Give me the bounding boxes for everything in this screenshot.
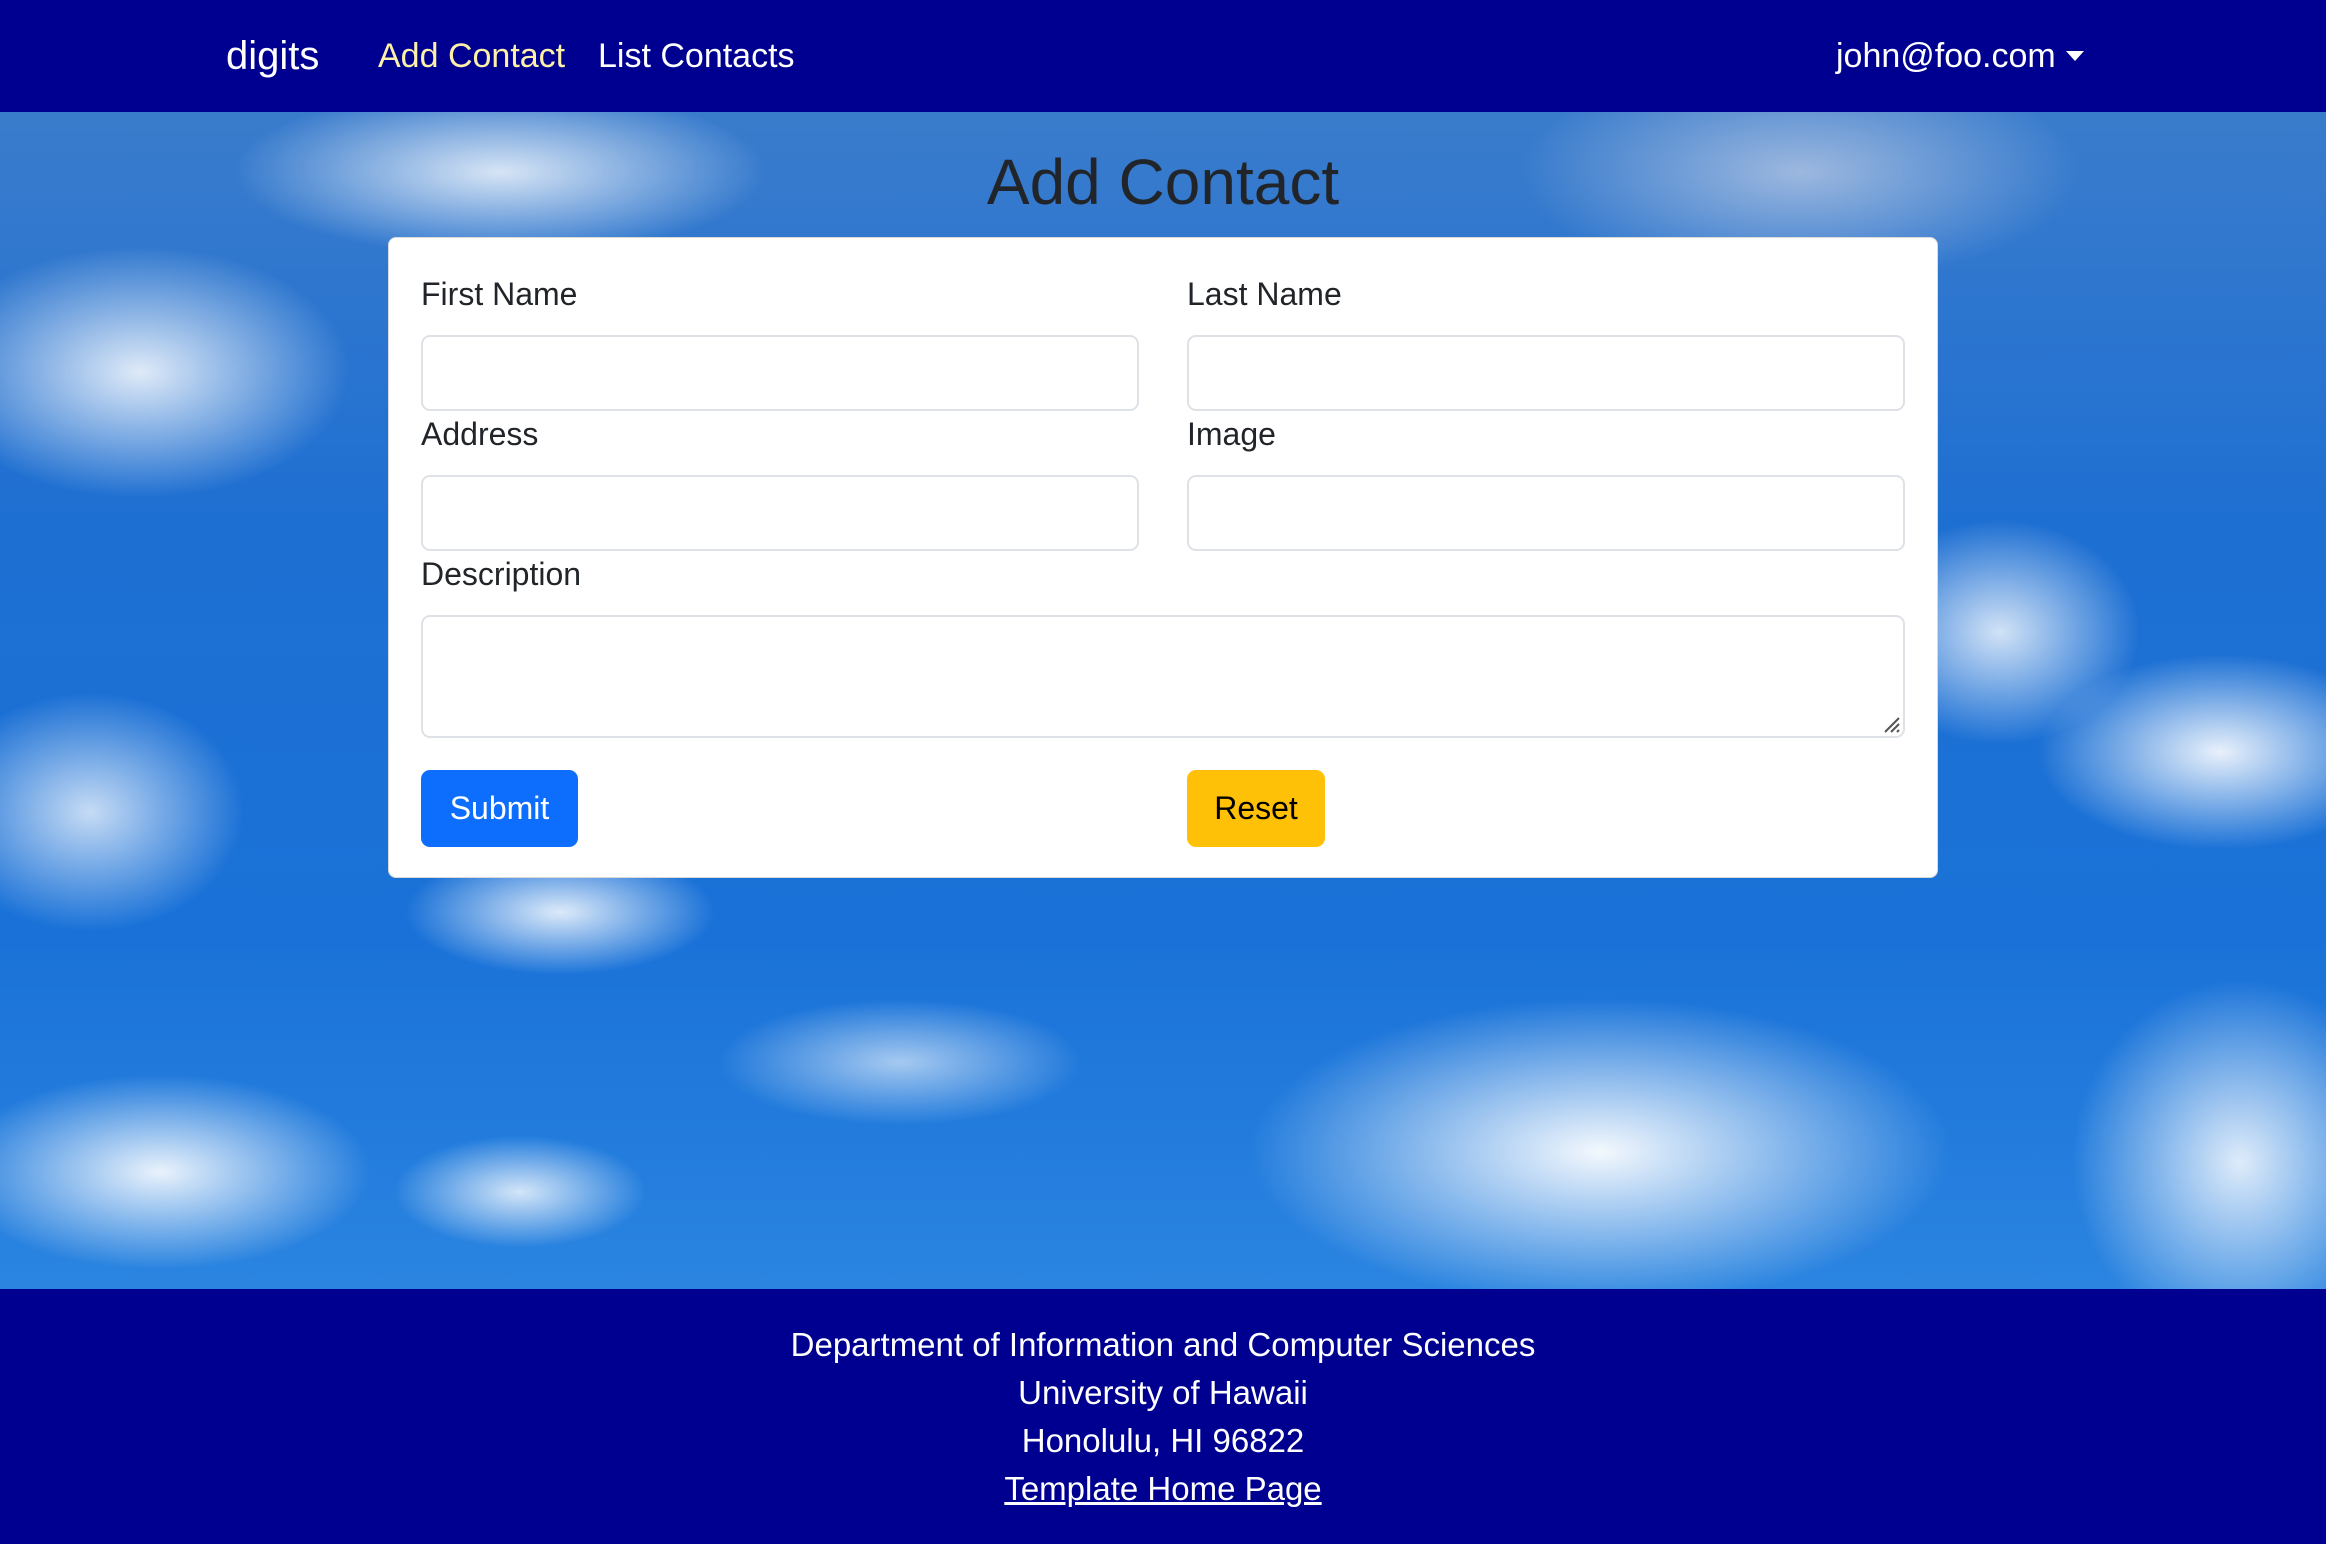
last-name-label: Last Name [1187, 276, 1342, 312]
reset-button[interactable]: Reset [1187, 770, 1325, 847]
footer-link-row: Template Home Page [0, 1467, 2326, 1511]
image-label: Image [1187, 416, 1276, 452]
brand-logo[interactable]: digits [226, 30, 319, 82]
user-dropdown[interactable]: john@foo.com [1836, 34, 2084, 78]
address-field[interactable] [421, 475, 1139, 551]
submit-button[interactable]: Submit [421, 770, 578, 847]
address-label: Address [421, 416, 539, 452]
last-name-field[interactable] [1187, 335, 1905, 411]
footer-department: Department of Information and Computer S… [790, 1326, 1536, 1363]
first-name-field[interactable] [421, 335, 1139, 411]
nav-link-list-contacts[interactable]: List Contacts [598, 34, 795, 78]
description-label: Description [421, 556, 582, 592]
image-field[interactable] [1187, 475, 1905, 551]
page-title: Add Contact [986, 146, 1340, 218]
nav-link-add-contact[interactable]: Add Contact [378, 34, 565, 78]
page: digits Add Contact List Contacts john@fo… [0, 0, 2326, 1544]
footer-address: Honolulu, HI 96822 [1021, 1422, 1305, 1459]
footer-university: University of Hawaii [1018, 1374, 1308, 1411]
add-contact-form: First Name Last Name Address Image Descr… [388, 237, 1938, 878]
resize-handle-icon[interactable] [1877, 710, 1901, 734]
template-home-page-link[interactable]: Template Home Page [1004, 1470, 1321, 1507]
navbar: digits Add Contact List Contacts john@fo… [0, 0, 2326, 112]
description-field[interactable] [421, 615, 1905, 738]
user-email: john@foo.com [1836, 37, 2056, 75]
first-name-label: First Name [421, 276, 578, 312]
footer: Department of Information and Computer S… [0, 1289, 2326, 1544]
caret-down-icon [2065, 51, 2084, 61]
